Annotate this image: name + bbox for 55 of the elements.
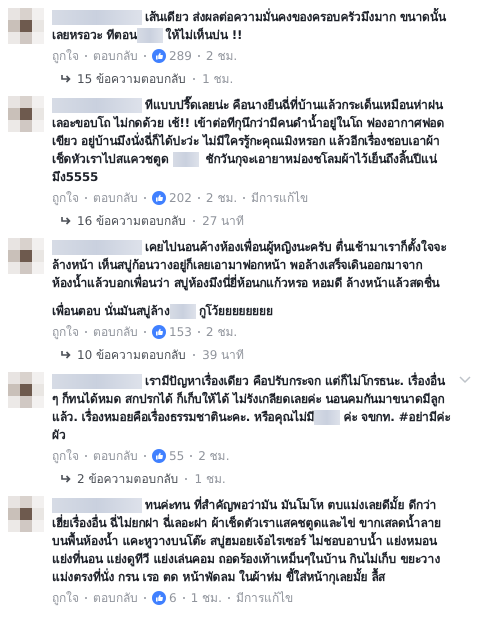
timestamp: 2 ชม. — [206, 48, 238, 65]
like-count: 289 — [169, 48, 192, 65]
reply-link[interactable]: ตอบกลับ — [93, 47, 138, 65]
reply-link[interactable]: ตอบกลับ — [93, 589, 138, 607]
reply-arrow-icon — [60, 350, 72, 360]
edited-label[interactable]: มีการแก้ไข — [236, 589, 293, 607]
timestamp: 2 ชม. — [198, 448, 230, 465]
like-link[interactable]: ถูกใจ — [52, 47, 79, 65]
reply-link[interactable]: ตอบกลับ — [93, 323, 138, 341]
timestamp: 27 นาที — [202, 213, 244, 230]
like-icon — [152, 49, 166, 63]
timestamp: 2 ชม. — [206, 190, 238, 207]
replies-link[interactable]: 10 ข้อความตอบกลับ — [77, 346, 186, 364]
like-count: 55 — [169, 448, 184, 465]
replies-link[interactable]: 16 ข้อความตอบกลับ — [77, 212, 186, 230]
comment-text: เรามีปัญหาเรื่องเดียว คือปรับกระจก แต่ก็ไม่โกรธนะ. เรื่องอื่น ๆ ก็ทนได้หมด สกปรกได้ ก็เก็บให้ได้ ไม่รังเกลียดเลยค่ะ นอนคมกันมาขนาดมีลูกแล้ว. เรื่องหมอยคือเรื่องธรรมชาตินะคะ. หรือคุณไม่มี ค่ะ จขกท. #อย่ามีค่ะผัว — [52, 372, 451, 444]
like-link[interactable]: ถูกใจ — [52, 189, 79, 207]
timestamp: 39 นาที — [202, 347, 244, 364]
edited-label[interactable]: มีการแก้ไข — [251, 189, 308, 207]
like-link[interactable]: ถูกใจ — [52, 447, 79, 465]
replies-link[interactable]: 15 ข้อความตอบกลับ — [77, 70, 186, 88]
comment-text: เพื่อนตอบ นั่นมันสบู่ล้าง กูโว้ยยยยยยยย — [52, 302, 274, 320]
reply-arrow-icon — [60, 74, 72, 84]
like-link[interactable]: ถูกใจ — [52, 589, 79, 607]
like-count: 202 — [169, 190, 192, 207]
avatar — [8, 238, 44, 274]
like-count: 6 — [169, 590, 177, 607]
avatar — [8, 8, 44, 44]
like-icon — [152, 591, 166, 605]
timestamp: 1 ชม. — [194, 471, 226, 488]
like-count: 153 — [169, 324, 192, 341]
reply-link[interactable]: ตอบกลับ — [93, 447, 138, 465]
avatar — [8, 96, 44, 132]
reply-arrow-icon — [60, 474, 72, 484]
comment-text: ทีแบบปรี๊ดเลยน่ะ คือนางยืนฉี่ที่บ้านแล้วกระเด็นเหมือนห่าฝนเลอะขอบโถ ไม่กดด้วย เช้!! เข้าต่อทีกุนึกว่ามีคนดำน้ำอยู่ในโถ ฟองอากาศฟอดเขียว อยู่บ้านมึงนั่งฉี่ก็ได้ปะว่ะ ไม่มีใครรู้กะคุณเมิงหรอก แล้วอีกเรื่องชอบเอาผ้าเช็ดหัวเราไปสแควชตูด ชักวันกุจะเอายาหม่องชโลมผ้าไว้เย็นถึงลิ้นปีแน่มึง5555 — [52, 96, 451, 186]
text-redaction — [136, 28, 163, 44]
avatar — [8, 496, 44, 532]
timestamp: 1 ชม. — [190, 590, 222, 607]
timestamp: 2 ชม. — [206, 324, 238, 341]
replies-link[interactable]: 2 ข้อความตอบกลับ — [77, 470, 178, 488]
like-icon — [152, 449, 166, 463]
avatar — [8, 372, 44, 408]
like-icon — [152, 191, 166, 205]
text-redaction — [314, 410, 340, 426]
comment-text: เส้นเดียว ส่งผลต่อความมั่นคงของครอบครัวมึงมาก ขนาดนั้นเลยหรอวะ ทีตอน ให้ไม่เห็นบ่น !! — [52, 8, 451, 44]
comment-text: เคยไปนอนค้างห้องเพื่อนผู้หญิงนะครับ ตื่นเช้ามาเราก็ตั้งใจจะล้างหน้า เห็นสบู่ก้อนวางอยู่ก็เลยเอามาฟอกหน้า พอล้างเสร็จเดินออกมาจากห้องน้ำแล้วบอกเพื่อนว่า สบู่ห้องมึงนี่ยี่ห้อนกแก้วหรอ หอมดี ล้างหน้าแล้วสดชื่น — [52, 238, 451, 292]
comment-text: ทนค่ะทน ที่สำคัญพอว่ามัน มันโมโห ตบแม่งเลยดีมั้ย ดีกว่าเฮี่ยเรื่องอื่น ฉี่ไม่ยกฝา ฉี่เลอะฝา ผ้าเช็ดตัวเราแสคชตูดและไข่ ขากเสลดน้ำลายบนพื้นห้องน้ำ แคะหูวางบนโต๊ะ สบู่ฮมอยเจ้อไรเซอร์ ไม่ชอบอาบน้ำ แย่งหมอน แย่งที่นอน แย่งดูทีวี แย่งเล่นคอม ถอดร้องเท้าเหม็นๆในบ้าน กินไม่เก็บ ขยะวางแม่งตรงที่นั่ง กรน เรอ ตด หน้าพัดลม ในผ้าห่ม ขี้ใส่หน้ากุเลยมั้ย ลื้ส — [52, 496, 451, 586]
timestamp: 1 ชม. — [202, 71, 234, 88]
like-icon — [152, 325, 166, 339]
reply-arrow-icon — [60, 216, 72, 226]
text-redaction — [170, 304, 196, 320]
like-link[interactable]: ถูกใจ — [52, 323, 79, 341]
text-redaction — [172, 152, 199, 168]
chevron-icon[interactable] — [459, 376, 471, 384]
reply-link[interactable]: ตอบกลับ — [93, 189, 138, 207]
